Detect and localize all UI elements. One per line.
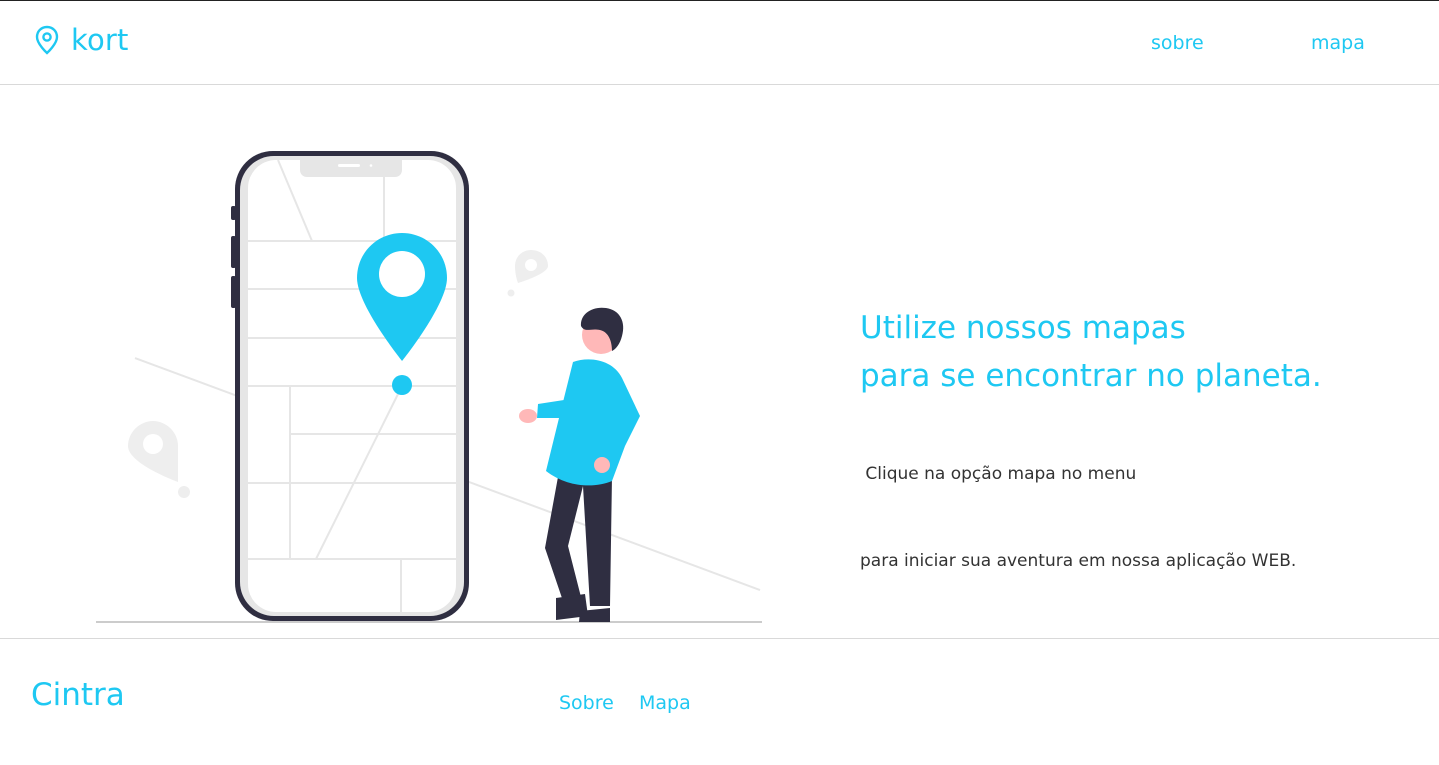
hero-subtitle-line-2: para iniciar sua aventura em nossa aplic… — [860, 551, 1297, 571]
map-pin-icon — [35, 25, 59, 55]
nav-mapa[interactable]: mapa — [1311, 32, 1365, 54]
footer-link-sobre[interactable]: Sobre — [559, 692, 614, 714]
hero-subtitle-line-1: Clique na opção mapa no menu — [860, 464, 1137, 484]
ghost-pin-left-icon — [128, 421, 190, 498]
footer-link-mapa[interactable]: Mapa — [639, 692, 691, 714]
ghost-pin-right-icon — [507, 250, 548, 297]
site-footer: Cintra Sobre Mapa — [0, 638, 1439, 765]
site-header: kort sobre mapa — [0, 1, 1439, 85]
footer-brand: Cintra — [31, 677, 125, 713]
nav-sobre[interactable]: sobre — [1151, 32, 1204, 54]
hero-title-line-2: para se encontrar no planeta. — [860, 358, 1322, 394]
hero-title-line-1: Utilize nossos mapas — [860, 310, 1186, 346]
hero-text: Utilize nossos mapas para se encontrar n… — [860, 304, 1420, 634]
person-illustration — [519, 307, 640, 622]
brand-name: kort — [71, 23, 129, 57]
hero-subtitle: Clique na opção mapa no menu para inicia… — [860, 402, 1420, 634]
phone-map-illustration — [96, 151, 762, 623]
brand-link[interactable]: kort — [34, 23, 129, 57]
hero-section: Utilize nossos mapas para se encontrar n… — [0, 86, 1439, 638]
hero-title: Utilize nossos mapas para se encontrar n… — [860, 304, 1420, 400]
